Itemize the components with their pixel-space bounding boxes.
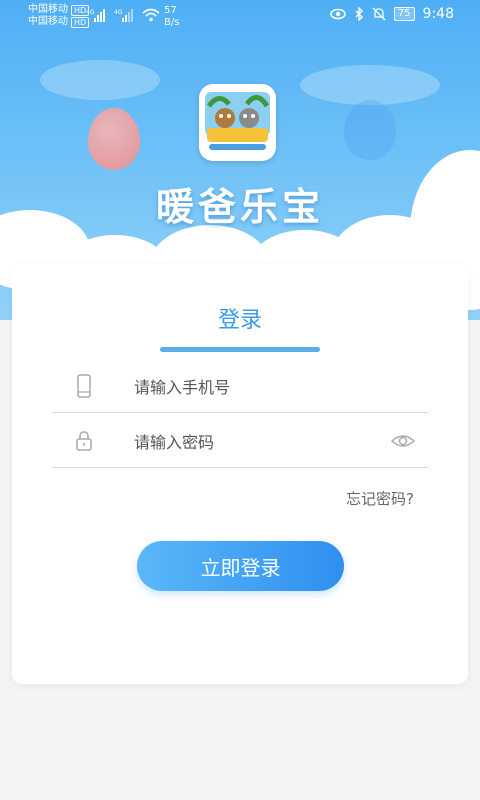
tab-login[interactable]: 登录 bbox=[12, 302, 468, 334]
tab-indicator bbox=[160, 347, 320, 352]
phone-icon bbox=[77, 374, 91, 398]
speed-unit: B/s bbox=[164, 17, 180, 28]
bluetooth-icon bbox=[355, 7, 363, 21]
clock: 9:48 bbox=[422, 6, 454, 22]
cloud-decoration bbox=[300, 65, 440, 105]
phone-input[interactable] bbox=[132, 372, 376, 402]
lock-icon bbox=[76, 431, 92, 451]
svg-text:4G: 4G bbox=[86, 9, 95, 16]
show-password-icon[interactable] bbox=[391, 431, 415, 451]
battery-indicator: 75 bbox=[393, 7, 415, 21]
speed-value: 57 bbox=[164, 5, 177, 16]
signal-indicators: 4G 4G bbox=[86, 8, 160, 22]
svg-text:4G: 4G bbox=[114, 9, 123, 16]
mute-bell-icon bbox=[372, 7, 386, 21]
cloud-decoration bbox=[40, 60, 160, 100]
carrier-label: 中国移动 bbox=[28, 4, 68, 15]
forgot-password-link[interactable]: 忘记密码? bbox=[346, 488, 414, 509]
app-logo bbox=[199, 84, 276, 161]
brand-name: 暖爸乐宝 bbox=[155, 185, 324, 229]
network-speed: 57 B/s bbox=[164, 5, 179, 29]
balloon-decoration bbox=[88, 108, 140, 170]
phone-field bbox=[52, 360, 429, 413]
signal-icon: 4G bbox=[114, 9, 133, 22]
signal-icon: 4G bbox=[86, 9, 105, 22]
password-field bbox=[52, 415, 429, 468]
system-indicators: 75 9:48 bbox=[330, 6, 454, 22]
status-bar: 中国移动 HD 中国移动 HD 4G 4G 57 B/s 75 9:48 bbox=[0, 0, 480, 34]
app-logo-icon bbox=[205, 92, 270, 150]
login-card: 登录 忘记密码? 立即登录 bbox=[12, 264, 468, 684]
carrier-info: 中国移动 HD 中国移动 HD bbox=[28, 4, 90, 28]
wifi-icon bbox=[142, 8, 160, 22]
password-input[interactable] bbox=[132, 427, 376, 457]
eye-comfort-icon bbox=[330, 8, 346, 20]
carrier-label: 中国移动 bbox=[28, 16, 68, 27]
balloon-decoration bbox=[344, 100, 396, 160]
login-button[interactable]: 立即登录 bbox=[137, 541, 344, 591]
